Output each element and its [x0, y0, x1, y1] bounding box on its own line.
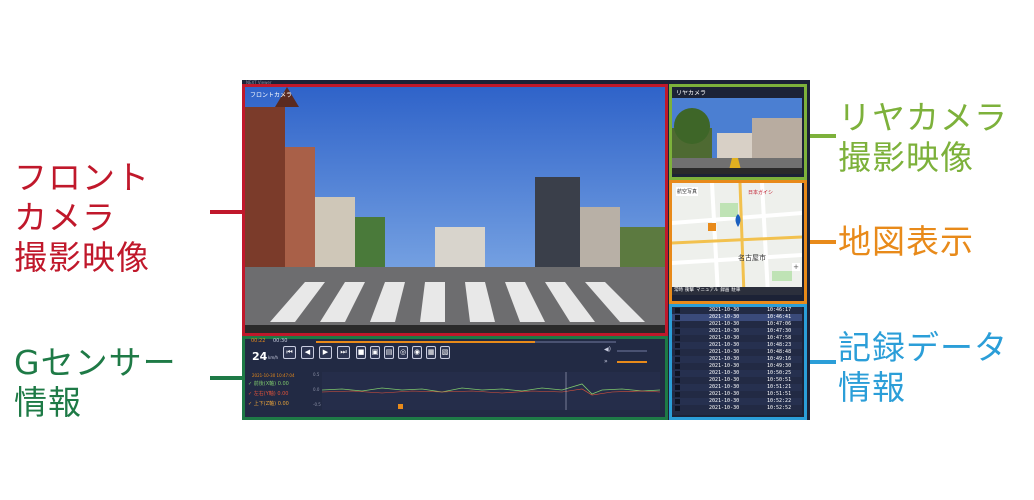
skip-forward-button[interactable]: ⏭ — [337, 346, 350, 359]
callout-map: 地図表示 — [838, 222, 974, 261]
front-camera-frame — [242, 84, 668, 336]
gsensor-tick-top: 0.5 — [313, 372, 320, 377]
gsensor-z-value: 0.00 — [277, 401, 289, 407]
settings-button[interactable]: ◎ — [398, 346, 408, 359]
gsensor-y-value: 0.00 — [277, 391, 289, 397]
front-camera-label: フロントカメラ — [250, 92, 293, 99]
skip-back-button[interactable]: ⏮ — [283, 346, 296, 359]
seek-bar[interactable] — [316, 341, 616, 343]
callout-front-connector — [210, 210, 242, 214]
gsensor-tick-mid: 0.0 — [313, 387, 320, 392]
play-button[interactable]: ▶ — [319, 346, 332, 359]
callout-map-connector — [810, 240, 836, 244]
event-marker-icon — [398, 404, 403, 409]
playback-speed-icon[interactable]: » — [604, 358, 608, 365]
volume-slider[interactable] — [617, 350, 647, 352]
gsensor-y-row[interactable]: ✓ 左右(Y軸) 0.00 — [248, 389, 296, 399]
records-frame — [669, 304, 807, 420]
rear-camera-label: リヤカメラ — [676, 90, 707, 97]
rear-camera-frame — [669, 84, 807, 180]
checkbox-icon: ✓ — [248, 381, 253, 387]
gsensor-x-value: 0.00 — [277, 381, 289, 387]
stop-button[interactable]: ■ — [356, 346, 366, 359]
time-current: 00:22 — [251, 338, 266, 344]
checkbox-icon: ✓ — [248, 401, 253, 407]
zoom-button[interactable]: ◉ — [412, 346, 422, 359]
callout-rear-camera: リヤカメラ 撮影映像 — [838, 98, 1008, 177]
gsensor-z-label: 上下(Z軸) — [253, 401, 277, 407]
speed-value: 24 — [252, 350, 268, 363]
map-frame — [669, 180, 807, 304]
volume-icon[interactable]: ◀) — [604, 346, 611, 353]
gsensor-graph[interactable] — [322, 372, 660, 410]
callout-records-connector — [810, 360, 836, 364]
time-total: 00:30 — [273, 338, 288, 344]
playback-speed-slider[interactable] — [617, 361, 647, 363]
callout-front-camera: フロント カメラ 撮影映像 — [14, 158, 150, 277]
gsensor-x-row[interactable]: ✓ 前後(X軸) 0.00 — [248, 379, 296, 389]
callout-gsensor-connector — [210, 376, 242, 380]
gsensor-x-label: 前後(X軸) — [253, 381, 277, 387]
checkbox-icon: ✓ — [248, 391, 253, 397]
callout-records: 記録データ 情報 — [838, 328, 1008, 407]
folder-button[interactable]: ▤ — [384, 346, 394, 359]
speed-unit: km/h — [268, 355, 279, 360]
gsensor-z-row[interactable]: ✓ 上下(Z軸) 0.00 — [248, 399, 296, 409]
seek-bar-progress — [316, 341, 535, 343]
gsensor-tick-bottom: -0.5 — [313, 402, 321, 407]
step-back-button[interactable]: ◀ — [301, 346, 314, 359]
open-button[interactable]: ▧ — [440, 346, 450, 359]
snapshot-button[interactable]: ▣ — [370, 346, 380, 359]
export-button[interactable]: ▦ — [426, 346, 436, 359]
callout-rear-connector — [810, 134, 836, 138]
gsensor-legend: ✓ 前後(X軸) 0.00 ✓ 左右(Y軸) 0.00 ✓ 上下(Z軸) 0.0… — [248, 379, 296, 409]
gsensor-timestamp: 2021-10-30 10:47:04 — [252, 373, 295, 378]
gsensor-y-label: 左右(Y軸) — [253, 391, 276, 397]
callout-gsensor: Gセンサー 情報 — [14, 343, 177, 422]
